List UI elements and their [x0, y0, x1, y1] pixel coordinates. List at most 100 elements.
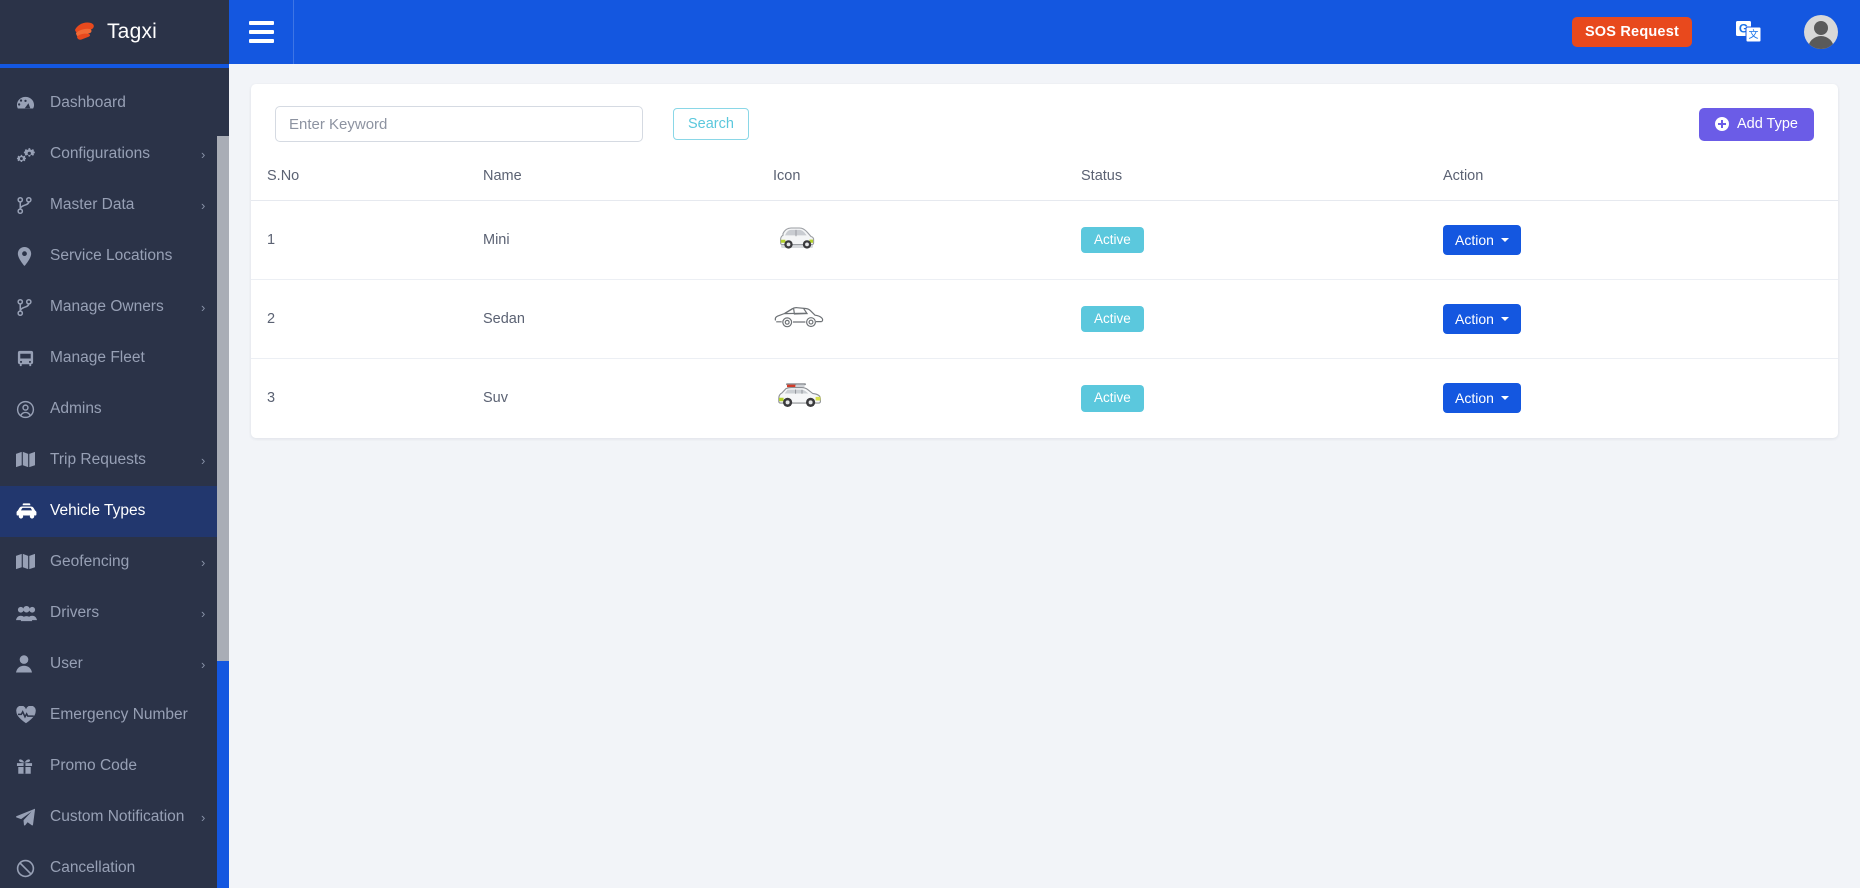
cell-action: Action	[1443, 200, 1838, 280]
cell-status: Active	[1081, 359, 1443, 438]
status-badge: Active	[1081, 226, 1144, 254]
cell-icon	[773, 279, 1081, 359]
plus-circle-icon	[1714, 117, 1729, 131]
sidebar-item-configurations[interactable]: Configurations ›	[0, 129, 229, 180]
column-header-sno: S.No	[251, 158, 483, 201]
sidebar-item-promo-code[interactable]: Promo Code	[0, 741, 229, 792]
chevron-down-icon	[1500, 238, 1509, 242]
sidebar-item-label: Manage Fleet	[50, 349, 145, 367]
sidebar-item-dashboard[interactable]: Dashboard	[0, 78, 229, 129]
chevron-right-icon: ›	[201, 809, 206, 825]
main-area: SOS Request G 文 Search	[229, 0, 1860, 888]
cell-status: Active	[1081, 200, 1443, 280]
sidebar-item-service-locations[interactable]: Service Locations	[0, 231, 229, 282]
column-header-action: Action	[1443, 158, 1838, 201]
chevron-right-icon: ›	[201, 452, 206, 468]
suv-car-icon	[773, 380, 1081, 416]
sos-request-button[interactable]: SOS Request	[1571, 17, 1692, 47]
action-dropdown-button[interactable]: Action	[1443, 383, 1521, 414]
top-header: SOS Request G 文	[229, 0, 1860, 64]
cell-icon	[773, 359, 1081, 438]
app-root: Tagxi Dashboard Configurations › Master …	[0, 0, 1860, 888]
status-badge: Active	[1081, 305, 1144, 333]
chevron-right-icon: ›	[201, 656, 206, 672]
sidebar-item-custom-notification[interactable]: Custom Notification ›	[0, 792, 229, 843]
sidebar-item-manage-fleet[interactable]: Manage Fleet	[0, 333, 229, 384]
sidebar-item-label: Vehicle Types	[50, 502, 146, 520]
cell-name: Suv	[483, 390, 508, 407]
sidebar-item-label: Promo Code	[50, 757, 138, 775]
map-pin-icon	[16, 246, 50, 266]
chevron-right-icon: ›	[201, 197, 206, 213]
table-header-row: S.No Name Icon Status Action	[251, 158, 1838, 201]
add-type-label: Add Type	[1736, 116, 1798, 132]
sidebar-scrollbar-thumb[interactable]	[217, 135, 229, 661]
chevron-right-icon: ›	[201, 554, 206, 570]
sidebar-item-label: Dashboard	[50, 94, 126, 112]
gift-icon	[16, 757, 50, 775]
user-avatar-icon[interactable]	[1804, 15, 1838, 49]
paper-plane-icon	[16, 808, 50, 826]
search-input[interactable]	[275, 106, 643, 142]
brand-name: Tagxi	[106, 20, 158, 43]
sidebar-item-master-data[interactable]: Master Data ›	[0, 180, 229, 231]
sidebar-item-admins[interactable]: Admins	[0, 384, 229, 435]
search-button[interactable]: Search	[673, 108, 749, 140]
page-content: Search Add Type S.No Name Icon Status	[229, 64, 1860, 888]
sidebar-item-label: Service Locations	[50, 247, 173, 265]
card-toolbar: Search Add Type	[251, 84, 1838, 158]
cell-sno: 2	[251, 279, 483, 359]
gears-icon	[16, 145, 50, 164]
sidebar-item-label: Cancellation	[50, 859, 136, 877]
sidebar-item-drivers[interactable]: Drivers ›	[0, 588, 229, 639]
table-body: 1 Mini Active Action 2 Sedan Active Acti…	[251, 200, 1838, 438]
sidebar-item-label: Geofencing	[50, 553, 130, 571]
bus-icon	[16, 349, 50, 368]
sidebar-item-trip-requests[interactable]: Trip Requests ›	[0, 435, 229, 486]
cell-action: Action	[1443, 359, 1838, 438]
sidebar-item-user[interactable]: User ›	[0, 639, 229, 690]
ban-icon	[16, 859, 50, 878]
sidebar-scrollbar[interactable]	[217, 135, 229, 888]
add-type-button[interactable]: Add Type	[1698, 107, 1814, 141]
chevron-down-icon	[1500, 396, 1509, 401]
sidebar-item-label: Emergency Number	[50, 706, 188, 724]
sidebar-item-label: Custom Notification	[50, 808, 185, 826]
chevron-right-icon: ›	[201, 146, 206, 162]
sitemap-icon	[16, 196, 50, 215]
sidebar-item-manage-owners[interactable]: Manage Owners ›	[0, 282, 229, 333]
sidebar-item-geofencing[interactable]: Geofencing ›	[0, 537, 229, 588]
dashboard-icon	[16, 94, 50, 113]
table-row: 2 Sedan Active Action	[251, 279, 1838, 359]
cell-sno: 3	[267, 390, 276, 407]
svg-text:文: 文	[1749, 28, 1759, 41]
sidebar-item-emergency-number[interactable]: Emergency Number	[0, 690, 229, 741]
vehicle-types-card: Search Add Type S.No Name Icon Status	[251, 84, 1838, 438]
action-dropdown-button[interactable]: Action	[1443, 304, 1521, 334]
taxi-icon	[16, 503, 50, 520]
tagxi-hand-logo-icon	[72, 19, 98, 45]
sidebar-item-cancellation[interactable]: Cancellation	[0, 843, 229, 888]
status-badge: Active	[1081, 384, 1144, 412]
sitemap-icon	[16, 298, 50, 317]
sidebar-item-label: Admins	[50, 400, 102, 418]
action-dropdown-button[interactable]: Action	[1443, 225, 1521, 255]
cell-icon	[773, 200, 1081, 280]
hamburger-icon[interactable]	[229, 21, 293, 43]
map-icon	[16, 553, 50, 571]
action-label: Action	[1455, 311, 1494, 327]
table-row: 3 Suv Active Action	[251, 359, 1838, 438]
column-header-name: Name	[483, 158, 773, 201]
google-translate-icon[interactable]: G 文	[1734, 17, 1764, 47]
brand-logo[interactable]: Tagxi	[0, 0, 229, 64]
cell-sno: 1	[251, 200, 483, 280]
sidebar-item-vehicle-types[interactable]: Vehicle Types	[0, 485, 229, 537]
column-header-status: Status	[1081, 158, 1443, 201]
header-divider	[293, 0, 294, 64]
cell-name: Mini	[483, 200, 773, 280]
user-icon	[16, 655, 50, 673]
cell-action: Action	[1443, 279, 1838, 359]
sidebar-item-label: Trip Requests	[50, 451, 146, 469]
table-row: 1 Mini Active Action	[251, 200, 1838, 280]
sidebar-item-label: Manage Owners	[50, 298, 164, 316]
